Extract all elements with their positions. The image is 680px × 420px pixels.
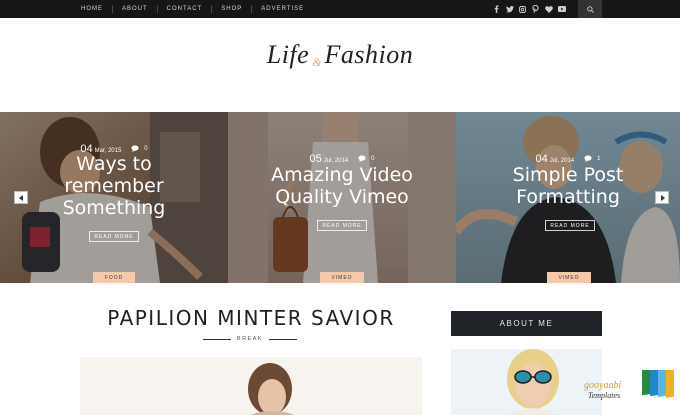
slider-next-button[interactable] (655, 191, 669, 204)
nav-contact[interactable]: CONTACT (158, 5, 213, 13)
nav-home[interactable]: HOME (72, 5, 113, 13)
post-photo (80, 357, 422, 415)
comment-icon (584, 155, 592, 162)
chevron-right-icon (660, 194, 665, 201)
post-image[interactable] (80, 357, 422, 415)
pinterest-icon[interactable] (529, 0, 542, 18)
post-label-text[interactable]: BREAK (237, 336, 263, 342)
nav-advertise[interactable]: ADVERTISE (252, 5, 313, 13)
slide-1-category-tag[interactable]: FOOD (93, 272, 135, 283)
social-links (490, 0, 568, 18)
divider-right (269, 338, 298, 340)
nav-shop[interactable]: SHOP (212, 5, 253, 13)
comment-icon (131, 145, 139, 152)
logo-text-left: Life (266, 40, 310, 69)
facebook-icon[interactable] (490, 0, 503, 18)
slide-2[interactable]: 05 Jul, 2014 0 Amazing Video Quality Vime… (228, 112, 456, 283)
site-logo[interactable]: Life & Fashion (0, 40, 680, 90)
slide-1-comments: 0 (131, 145, 148, 152)
top-bar: HOME ABOUT CONTACT SHOP ADVERTISE (0, 0, 680, 18)
watermark-line1: gooyaabi (584, 380, 621, 391)
instagram-icon[interactable] (516, 0, 529, 18)
twitter-icon[interactable] (503, 0, 516, 18)
post-title[interactable]: PAPILION MINTER SAVIOR (80, 306, 422, 330)
search-button[interactable] (578, 0, 602, 18)
top-nav: HOME ABOUT CONTACT SHOP ADVERTISE (72, 0, 313, 18)
search-icon (586, 5, 594, 13)
slide-2-title[interactable]: Amazing Video Quality Vimeo (228, 164, 456, 208)
divider-left (202, 338, 231, 340)
featured-slider: 04 Mar, 2015 0 Ways to remember Something… (0, 112, 680, 283)
slide-3[interactable]: 04 Jul, 2014 1 Simple Post Formatting REA… (456, 112, 680, 283)
slide-1[interactable]: 04 Mar, 2015 0 Ways to remember Something… (0, 112, 228, 283)
comment-icon (358, 155, 366, 162)
chevron-left-icon (18, 194, 23, 201)
nav-about[interactable]: ABOUT (113, 5, 158, 13)
youtube-icon[interactable] (555, 0, 568, 18)
slide-3-comments: 1 (584, 155, 600, 162)
slide-3-category-tag[interactable]: VIMEO (547, 272, 591, 283)
post-label: BREAK (200, 336, 300, 342)
logo-ampersand: & (312, 55, 322, 69)
slide-1-read-more-button[interactable]: READ MORE (89, 231, 139, 242)
about-me-heading: ABOUT ME (451, 311, 602, 336)
logo-text-right: Fashion (324, 40, 414, 69)
slider-prev-button[interactable] (14, 191, 28, 204)
slide-2-read-more-button[interactable]: READ MORE (317, 220, 367, 231)
slide-3-title[interactable]: Simple Post Formatting (456, 164, 680, 208)
heart-icon[interactable] (542, 0, 555, 18)
slide-2-comments: 0 (358, 155, 374, 162)
watermark-line2: Templates (588, 391, 620, 400)
watermark-logo: gooyaabi Templates (580, 364, 680, 415)
slide-1-title[interactable]: Ways to remember Something (0, 153, 228, 219)
slide-3-read-more-button[interactable]: READ MORE (545, 220, 595, 231)
slide-2-category-tag[interactable]: VIMEO (320, 272, 364, 283)
